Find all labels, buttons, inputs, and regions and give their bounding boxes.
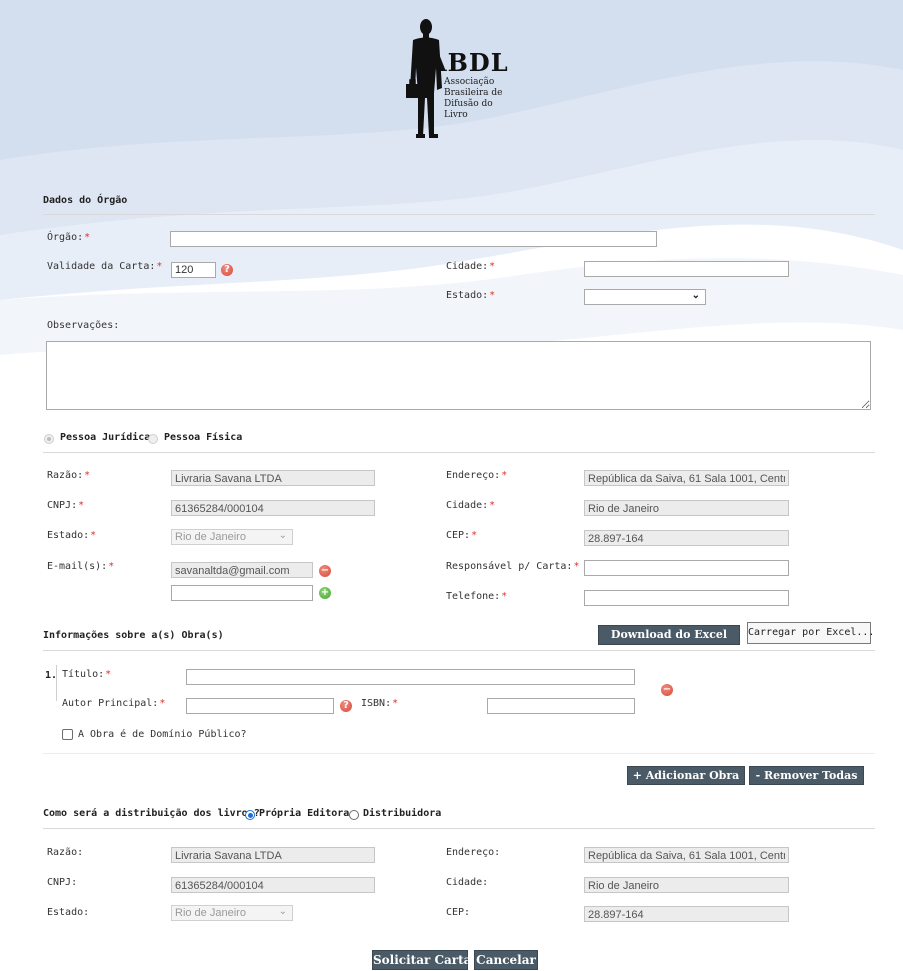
person-silhouette-icon: [406, 19, 442, 138]
autor-label: Autor Principal:*: [62, 698, 166, 709]
logo-subtitle-line: Difusão do: [444, 99, 493, 109]
dist-cep-label: CEP:: [446, 907, 471, 918]
dist-estado-select: Rio de Janeiro ⌄: [171, 905, 293, 921]
pessoa-juridica-radio[interactable]: [44, 434, 54, 444]
cnpj-input: [171, 500, 375, 516]
telefone-input[interactable]: [584, 590, 789, 606]
distribuicao-question: Como será a distribuição dos livros?: [43, 808, 260, 819]
propria-editora-radio[interactable]: [245, 810, 255, 820]
observacoes-label: Observações:: [47, 320, 120, 331]
cancelar-button[interactable]: Cancelar: [474, 950, 538, 970]
dist-endereco-input: [584, 847, 789, 863]
section-title-obras: Informações sobre a(s) Obra(s): [43, 630, 224, 641]
dist-razao-input: [171, 847, 375, 863]
estado-label: Estado:*: [446, 290, 496, 301]
isbn-input[interactable]: [487, 698, 635, 714]
adicionar-obra-button[interactable]: + Adicionar Obra: [627, 766, 745, 785]
dist-cidade-input: [584, 877, 789, 893]
abdl-logo: ABDL Associação Brasileira de Difusão do…: [404, 18, 514, 143]
estado-select[interactable]: ⌄: [584, 289, 706, 305]
dist-cep-input: [584, 906, 789, 922]
pessoa-juridica-label: Pessoa Jurídica: [60, 432, 151, 443]
titulo-label: Título:*: [62, 669, 112, 680]
endereco-input: [584, 470, 789, 486]
pessoa-fisica-radio[interactable]: [148, 434, 158, 444]
dominio-publico-checkbox[interactable]: [62, 729, 73, 740]
dist-razao-label: Razão:: [47, 847, 84, 858]
cep-label: CEP:*: [446, 530, 478, 541]
divider: [43, 452, 875, 453]
remove-email-icon[interactable]: −: [319, 565, 331, 577]
isbn-label: ISBN:*: [361, 698, 399, 709]
propria-editora-label: Própria Editora: [259, 808, 350, 819]
divider: [43, 753, 875, 754]
dist-estado-label: Estado:: [47, 907, 90, 918]
autor-input[interactable]: [186, 698, 334, 714]
cnpj-label: CNPJ:*: [47, 500, 85, 511]
email-label: E-mail(s):*: [47, 561, 115, 572]
dist-endereco-label: Endereço:: [446, 847, 501, 858]
help-icon[interactable]: ?: [340, 700, 352, 712]
chevron-down-icon: ⌄: [691, 290, 700, 301]
email-input: [171, 562, 313, 578]
pessoa-fisica-label: Pessoa Física: [164, 432, 243, 443]
estado-select-value: Rio de Janeiro: [175, 531, 246, 543]
logo-letters: ABDL: [428, 48, 509, 77]
validade-input[interactable]: [171, 262, 216, 278]
responsavel-label: Responsável p/ Carta:*: [446, 561, 580, 572]
telefone-label: Telefone:*: [446, 591, 508, 602]
logo-subtitle-line: Livro: [444, 110, 468, 120]
razao-input: [171, 470, 375, 486]
divider: [43, 214, 875, 215]
endereco-label: Endereço:*: [446, 470, 508, 481]
chevron-down-icon: ⌄: [278, 906, 287, 917]
estado-label: Estado:*: [47, 530, 97, 541]
observacoes-textarea[interactable]: [46, 341, 871, 410]
divider: [43, 828, 875, 829]
dist-cidade-label: Cidade:: [446, 877, 489, 888]
logo-subtitle-line: Associação: [444, 77, 495, 87]
download-excel-button[interactable]: Download do Excel: [598, 625, 740, 645]
dominio-publico-label: A Obra é de Domínio Público?: [78, 729, 247, 740]
responsavel-input[interactable]: [584, 560, 789, 576]
cidade-label: Cidade:*: [446, 500, 496, 511]
logo-subtitle-line: Brasileira de: [444, 88, 503, 98]
obra-vertical-line: [56, 665, 57, 701]
dist-cnpj-label: CNPJ:: [47, 877, 78, 888]
titulo-input[interactable]: [186, 669, 635, 685]
section-title-dados-orgao: Dados do Órgão: [43, 195, 128, 206]
remove-obra-icon[interactable]: −: [661, 684, 673, 696]
cep-input: [584, 530, 789, 546]
dist-cnpj-input: [171, 877, 375, 893]
add-email-icon[interactable]: +: [319, 587, 331, 599]
cidade-input[interactable]: [584, 261, 789, 277]
estado-select: Rio de Janeiro ⌄: [171, 529, 293, 545]
remover-todas-button[interactable]: - Remover Todas: [749, 766, 864, 785]
logo-subtitle: Associação Brasileira de Difusão do Livr…: [444, 77, 502, 121]
help-icon[interactable]: ?: [221, 264, 233, 276]
orgao-label: Órgão:*: [47, 232, 91, 243]
validade-label: Validade da Carta:*: [47, 261, 163, 272]
cidade-input: [584, 500, 789, 516]
orgao-input[interactable]: [170, 231, 657, 247]
chevron-down-icon: ⌄: [278, 530, 287, 541]
dist-estado-select-value: Rio de Janeiro: [175, 907, 246, 919]
distribuidora-label: Distribuidora: [363, 808, 442, 819]
email-input[interactable]: [171, 585, 313, 601]
divider: [43, 650, 875, 651]
carregar-excel-button[interactable]: Carregar por Excel...: [747, 622, 874, 644]
cidade-label: Cidade:*: [446, 261, 496, 272]
solicitar-carta-button[interactable]: Solicitar Carta: [372, 950, 471, 970]
razao-label: Razão:*: [47, 470, 91, 481]
distribuidora-radio[interactable]: [349, 810, 359, 820]
